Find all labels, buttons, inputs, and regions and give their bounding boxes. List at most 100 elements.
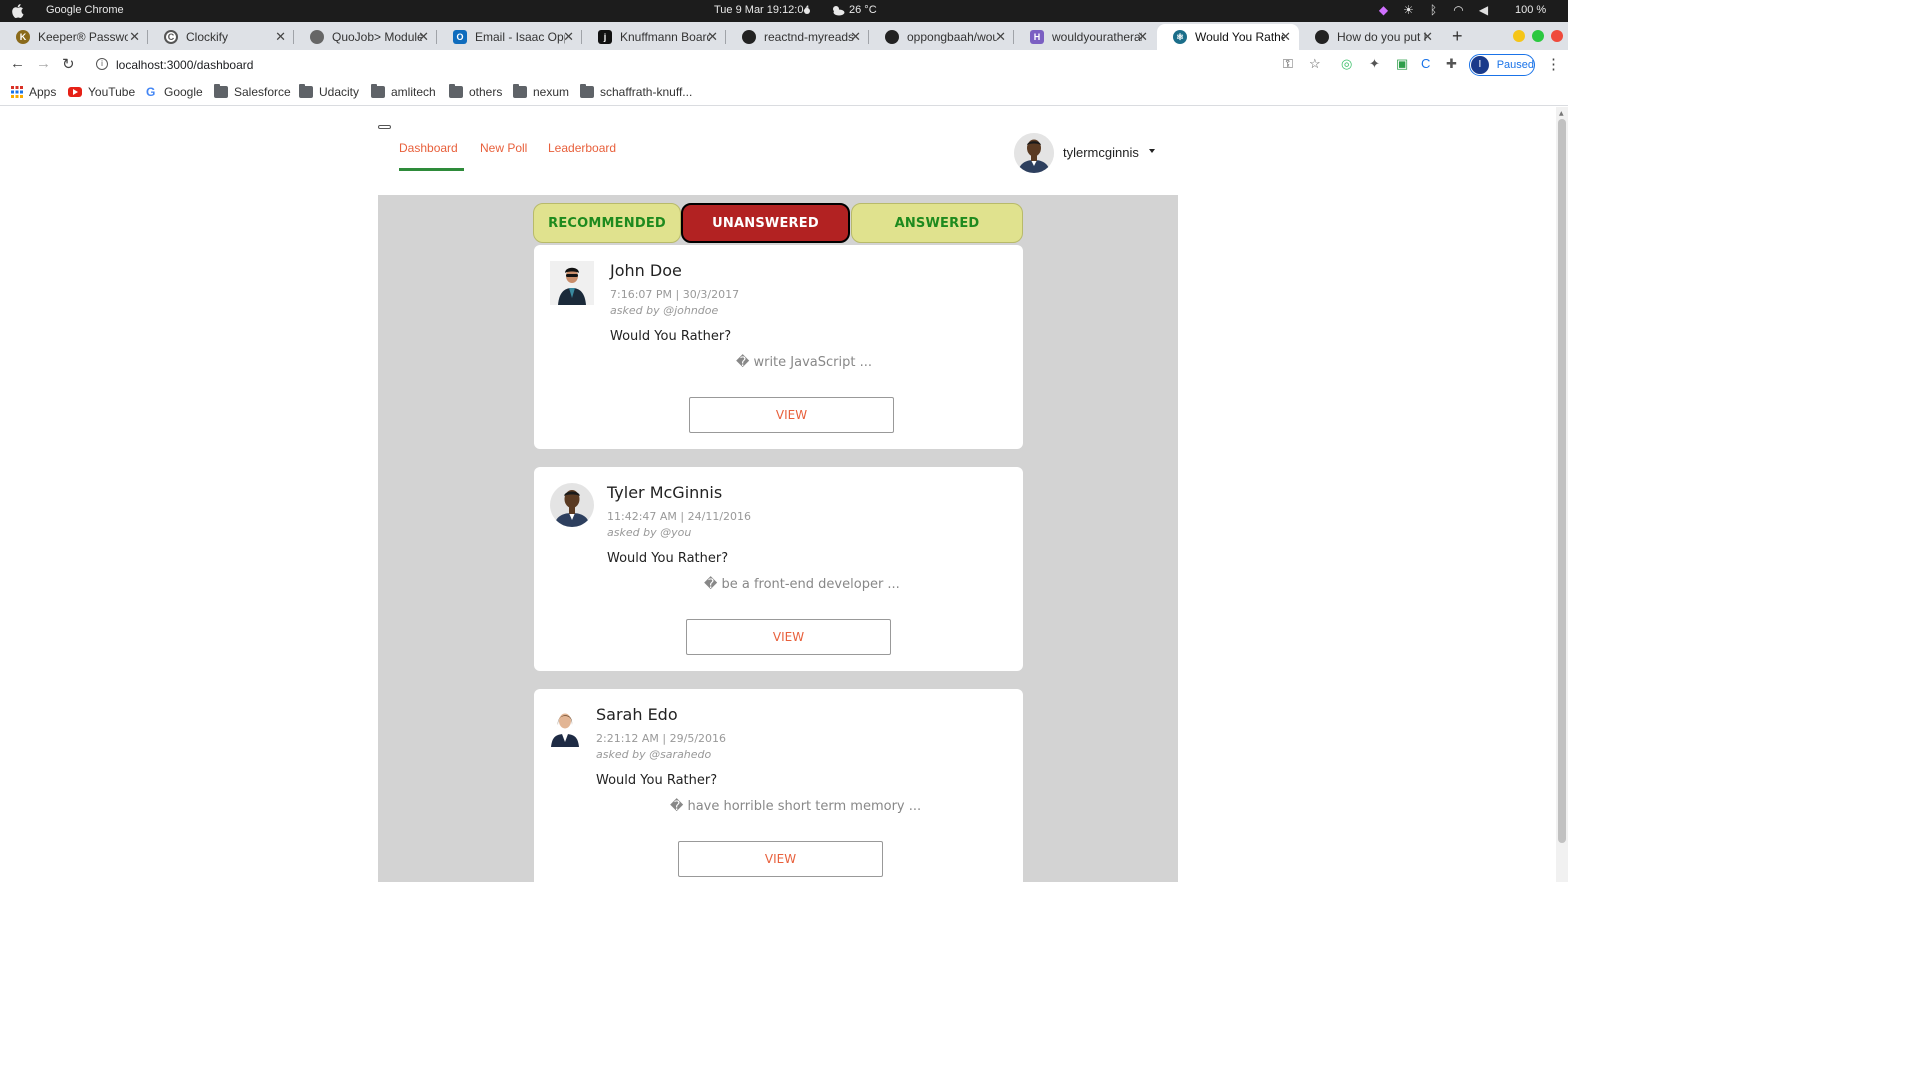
bookmark-label: YouTube: [88, 85, 136, 99]
filter-tab-answered[interactable]: ANSWERED: [851, 203, 1023, 243]
password-key-icon[interactable]: ⚿: [1283, 56, 1293, 72]
poll-timestamp: 2:21:12 AM | 29/5/2016: [596, 732, 727, 745]
poll-asked-by: asked by @sarahedo: [596, 748, 712, 761]
poll-author-avatar: [550, 483, 594, 527]
jira-icon: j: [598, 30, 612, 44]
navbar-toggler-icon[interactable]: [378, 125, 391, 129]
view-poll-button[interactable]: VIEW: [689, 397, 894, 433]
nav-link-leaderboard[interactable]: Leaderboard: [548, 141, 616, 155]
close-tab-icon[interactable]: ✕: [1137, 29, 1148, 45]
apple-icon[interactable]: [11, 3, 24, 18]
bookmark-item[interactable]: Salesforce: [214, 84, 291, 99]
active-nav-underline: [399, 168, 464, 171]
browser-tab[interactable]: j Knuffmann Board ✕: [582, 24, 726, 50]
close-tab-icon[interactable]: ✕: [563, 29, 574, 45]
view-poll-button[interactable]: VIEW: [678, 841, 883, 877]
user-menu-username[interactable]: tylermcginnis: [1063, 145, 1139, 160]
folder-icon: [371, 84, 385, 98]
bookmark-label: others: [469, 85, 503, 99]
bookmark-item[interactable]: G Google: [146, 85, 203, 99]
page-scrollbar[interactable]: ▲: [1556, 107, 1568, 882]
tab-title: Would You Rather: [1195, 30, 1285, 44]
bookmark-label: Udacity: [319, 85, 360, 99]
poll-option-preview: � be a front-end developer ...: [704, 577, 900, 592]
brightness-icon[interactable]: ☀: [1401, 3, 1416, 18]
profile-button[interactable]: I Paused: [1469, 54, 1535, 76]
poll-timestamp: 7:16:07 PM | 30/3/2017: [610, 288, 740, 301]
folder-icon: [449, 84, 463, 98]
browser-tab[interactable]: oppongbaah/wou ✕: [869, 24, 1014, 50]
bookmark-star-icon[interactable]: ☆: [1309, 56, 1321, 72]
close-tab-icon[interactable]: ✕: [418, 29, 429, 45]
poll-author-name: John Doe: [610, 261, 682, 280]
extension-wand-icon[interactable]: ✦: [1369, 56, 1380, 72]
extension-screenshot-icon[interactable]: ▣: [1396, 56, 1408, 72]
system-clock[interactable]: Tue 9 Mar 19:12:04: [714, 4, 810, 16]
maximize-window-icon[interactable]: [1532, 30, 1544, 42]
close-tab-icon[interactable]: ✕: [275, 29, 286, 45]
github-icon: [742, 30, 756, 44]
browser-menu-icon[interactable]: ⋮: [1546, 55, 1561, 73]
close-window-icon[interactable]: [1551, 30, 1563, 42]
reload-icon[interactable]: ↻: [62, 55, 75, 73]
site-info-icon[interactable]: i: [96, 58, 108, 70]
nav-link-dashboard[interactable]: Dashboard: [399, 141, 458, 155]
browser-tab[interactable]: O Email - Isaac Opp ✕: [437, 24, 582, 50]
folder-icon: [299, 84, 313, 98]
close-tab-icon[interactable]: ✕: [995, 29, 1006, 45]
filter-tab-recommended[interactable]: RECOMMENDED: [533, 203, 681, 243]
bookmark-item[interactable]: others: [449, 84, 503, 99]
bookmark-item[interactable]: nexum: [513, 84, 569, 99]
close-tab-icon[interactable]: ✕: [1422, 29, 1433, 45]
browser-tab[interactable]: K Keeper® Password ✕: [0, 24, 148, 50]
browser-tab[interactable]: H wouldyouratheral ✕: [1014, 24, 1156, 50]
poll-author-name: Sarah Edo: [596, 705, 678, 724]
clockify-icon: C: [164, 30, 178, 44]
github-icon: [1315, 30, 1329, 44]
bookmark-item[interactable]: amlitech: [371, 84, 436, 99]
bluetooth-icon[interactable]: ᛒ: [1426, 3, 1441, 18]
view-poll-button[interactable]: VIEW: [686, 619, 891, 655]
bookmark-item[interactable]: Apps: [11, 85, 56, 99]
browser-tab[interactable]: C Clockify ✕: [148, 24, 294, 50]
extension-clockify-icon[interactable]: C: [1421, 56, 1430, 71]
scrollbar-thumb[interactable]: [1558, 119, 1566, 843]
bookmark-item[interactable]: YouTube: [68, 85, 135, 99]
bookmark-item[interactable]: Udacity: [299, 84, 360, 99]
close-tab-icon[interactable]: ✕: [129, 29, 140, 45]
back-arrow-icon[interactable]: ←: [10, 55, 25, 72]
nav-link-new-poll[interactable]: New Poll: [480, 141, 527, 155]
new-tab-plus-icon[interactable]: +: [1452, 26, 1463, 47]
forward-arrow-icon[interactable]: →: [36, 55, 51, 72]
bookmark-label: schaffrath-knuff...: [600, 85, 693, 99]
filter-tab-unanswered[interactable]: UNANSWERED: [681, 203, 850, 243]
address-bar-url[interactable]: localhost:3000/dashboard: [116, 58, 253, 72]
heroku-icon: H: [1030, 30, 1044, 44]
scroll-up-icon[interactable]: ▲: [1559, 110, 1564, 117]
dropdown-caret-icon[interactable]: [1149, 149, 1155, 153]
recording-dot-icon: [804, 8, 810, 14]
wifi-icon[interactable]: ◠: [1451, 3, 1466, 18]
active-app-name: Google Chrome: [46, 4, 124, 16]
extension-tray-icon[interactable]: ◆: [1376, 3, 1391, 18]
close-tab-icon[interactable]: ✕: [1280, 29, 1291, 45]
close-tab-icon[interactable]: ✕: [850, 29, 861, 45]
volume-icon[interactable]: ◀: [1476, 3, 1491, 18]
browser-tab[interactable]: reactnd-myreads ✕: [726, 24, 869, 50]
battery-indicator[interactable]: 100 %: [1515, 4, 1546, 16]
extension-circle-icon[interactable]: ◎: [1341, 56, 1352, 72]
extensions-puzzle-icon[interactable]: ✚: [1446, 56, 1457, 72]
bookmark-label: Salesforce: [234, 85, 291, 99]
tab-title: oppongbaah/wou: [907, 30, 997, 44]
minimize-window-icon[interactable]: [1513, 30, 1525, 42]
browser-toolbar: ← → ↻ i localhost:3000/dashboard ⚿ ☆ ◎ ✦…: [0, 50, 1568, 80]
browser-tab-active[interactable]: ⚛ Would You Rather ✕: [1157, 24, 1299, 50]
bookmark-item[interactable]: schaffrath-knuff...: [580, 84, 693, 99]
browser-tab[interactable]: QuoJob> Module I ✕: [294, 24, 437, 50]
tab-title: How do you put li: [1337, 30, 1427, 44]
user-avatar[interactable]: [1014, 133, 1054, 173]
close-tab-icon[interactable]: ✕: [707, 29, 718, 45]
github-icon: [885, 30, 899, 44]
tab-title: Knuffmann Board: [620, 30, 710, 44]
browser-tab[interactable]: How do you put li ✕: [1299, 24, 1441, 50]
